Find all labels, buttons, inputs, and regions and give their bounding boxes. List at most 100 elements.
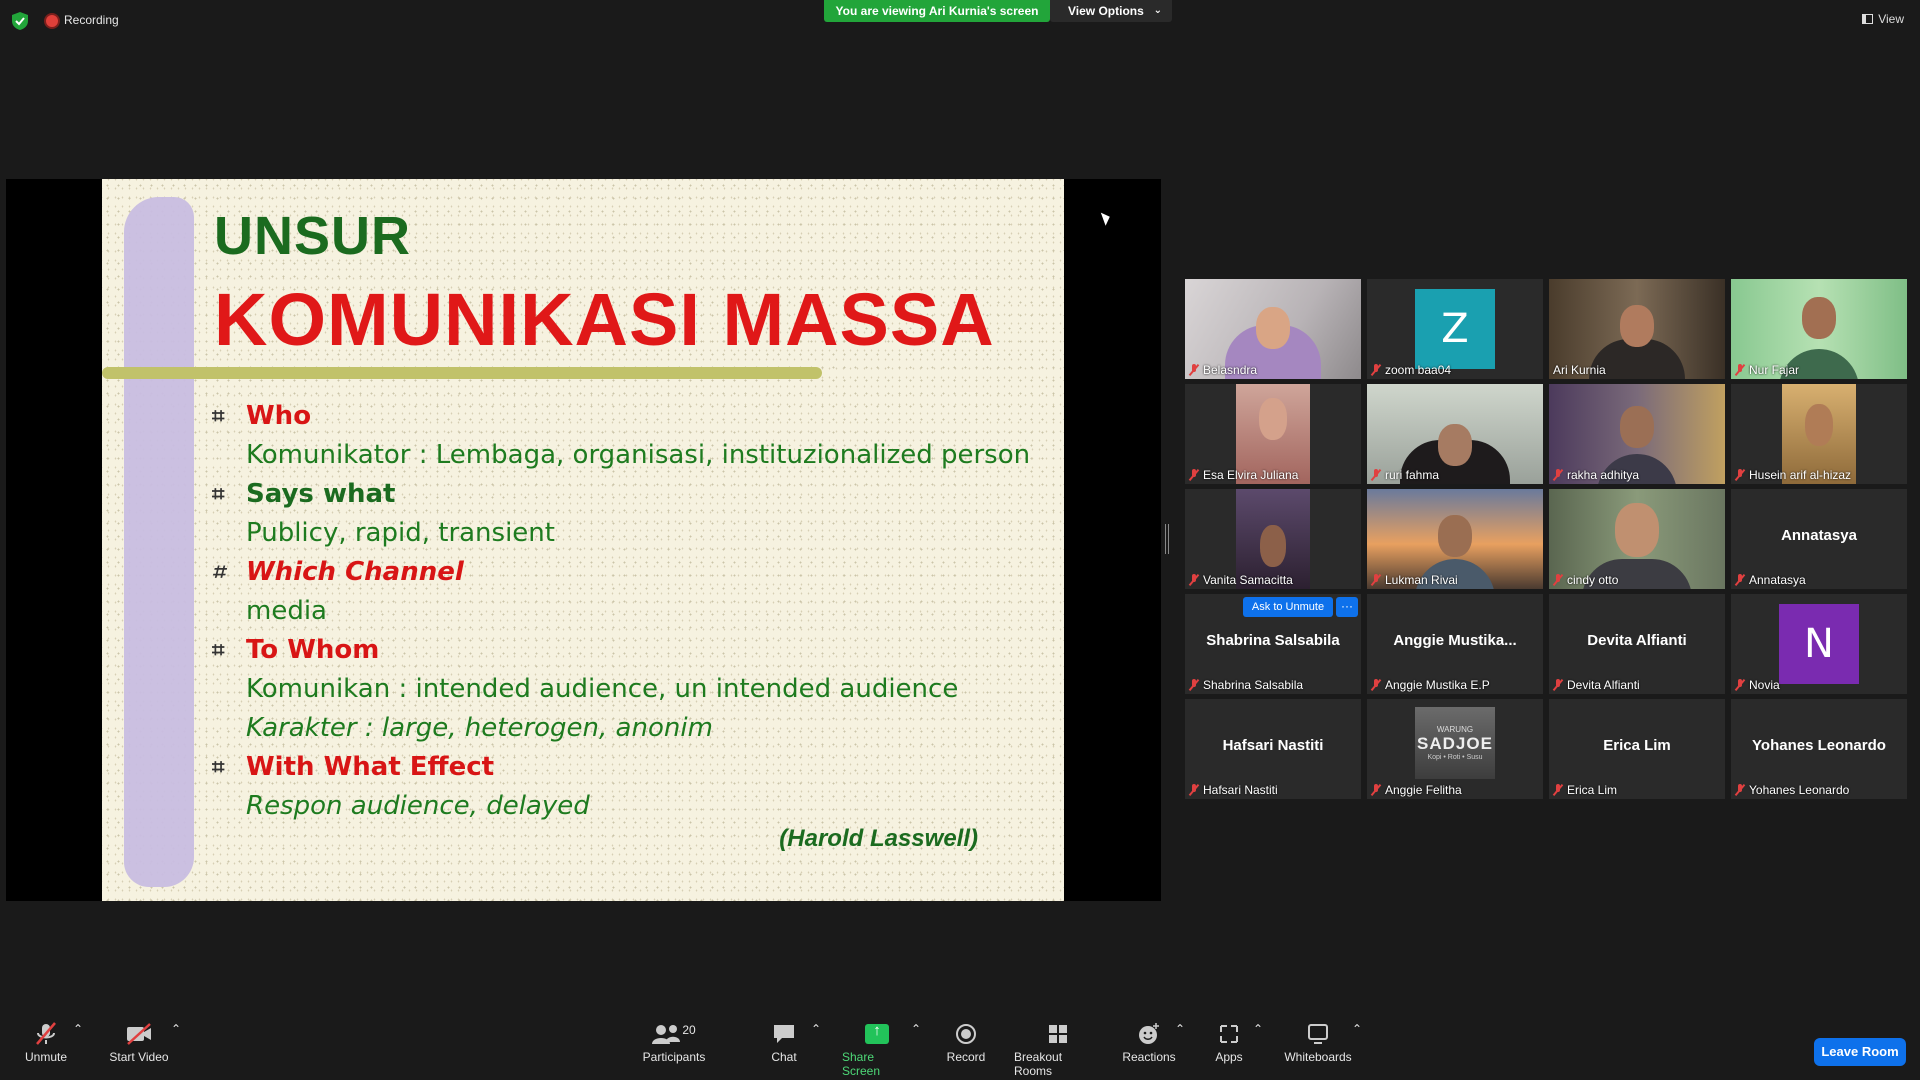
share-screen-button[interactable]: Share Screen: [842, 1022, 912, 1078]
muted-mic-icon: [1189, 679, 1199, 691]
participant-face: [1802, 297, 1836, 339]
video-tile[interactable]: Belasndra: [1185, 279, 1361, 379]
participant-face: [1438, 515, 1472, 557]
bullet-text: With What Effect: [246, 752, 495, 782]
video-tile[interactable]: ruri fahma: [1367, 384, 1543, 484]
more-options-button[interactable]: ···: [1336, 597, 1358, 617]
whiteboards-label: Whiteboards: [1284, 1050, 1352, 1064]
video-tile[interactable]: rakha adhitya: [1549, 384, 1725, 484]
view-button[interactable]: View: [1862, 12, 1904, 26]
panel-splitter-handle[interactable]: [1165, 524, 1169, 554]
bullet-heading: ⌗ To Whom: [212, 631, 1042, 670]
tile-name: rakha adhitya: [1553, 468, 1639, 482]
ask-to-unmute-button[interactable]: Ask to Unmute: [1243, 597, 1333, 617]
video-options-caret-icon[interactable]: ⌃: [171, 1022, 181, 1036]
tile-name: Yohanes Leonardo: [1735, 783, 1849, 797]
participant-face: [1259, 398, 1287, 440]
muted-mic-icon: [1735, 364, 1745, 376]
video-tile[interactable]: Nur Fajar: [1731, 279, 1907, 379]
bullet-text: Respon audience, delayed: [246, 791, 590, 821]
video-tile[interactable]: Lukman Rivai: [1367, 489, 1543, 589]
muted-mic-icon: [1735, 574, 1745, 586]
participant-face: [1615, 503, 1659, 557]
video-tile[interactable]: Husein arif al-hizaz: [1731, 384, 1907, 484]
view-options-button[interactable]: View Options ⌄: [1050, 0, 1172, 22]
start-video-label: Start Video: [109, 1050, 169, 1064]
chevron-down-icon: ⌄: [1153, 5, 1162, 16]
video-tile[interactable]: Hafsari Nastiti Hafsari Nastiti: [1185, 699, 1361, 799]
video-tile[interactable]: Anggie Mustika... Anggie Mustika E.P: [1367, 594, 1543, 694]
tile-name: Lukman Rivai: [1371, 573, 1458, 587]
apps-button[interactable]: Apps: [1212, 1022, 1246, 1064]
muted-mic-icon: [1371, 679, 1381, 691]
tile-name: Shabrina Salsabila: [1189, 678, 1303, 692]
video-tile[interactable]: WARUNG SADJOE Kopi • Roti • Susu Anggie …: [1367, 699, 1543, 799]
tile-name: ruri fahma: [1371, 468, 1439, 482]
muted-mic-icon: [1189, 574, 1199, 586]
bullet-heading: ⌗ Which Channel: [212, 553, 1042, 592]
start-video-button[interactable]: Start Video: [108, 1022, 170, 1064]
bullet-heading: ⌗ With What Effect: [212, 748, 1042, 787]
recording-label[interactable]: Recording: [64, 13, 119, 27]
view-label: View: [1878, 12, 1904, 26]
participants-count-badge: 20: [682, 1023, 696, 1037]
whiteboards-button[interactable]: Whiteboards: [1282, 1022, 1354, 1064]
hash-icon: ⌗: [212, 560, 225, 585]
video-tile[interactable]: Annatasya Annatasya: [1731, 489, 1907, 589]
participant-display-name: Erica Lim: [1603, 737, 1671, 754]
unmute-button[interactable]: Unmute: [22, 1022, 70, 1064]
bullet-text: Who: [246, 401, 312, 431]
bullet-heading: ⌗ Who: [212, 397, 1042, 436]
tile-name: Esa Elvira Juliana: [1189, 468, 1298, 482]
tile-name: Novia: [1735, 678, 1780, 692]
record-button[interactable]: Record: [946, 1022, 986, 1064]
shared-screen[interactable]: UNSUR KOMUNIKASI MASSA ⌗ Who Komunikator …: [6, 179, 1161, 901]
unmute-label: Unmute: [24, 1050, 68, 1064]
viewing-screen-banner: You are viewing Ari Kurnia's screen: [824, 0, 1050, 22]
shield-icon[interactable]: [12, 12, 28, 30]
tile-name: Anggie Felitha: [1371, 783, 1462, 797]
muted-microphone-icon: [33, 1022, 59, 1046]
video-tile[interactable]: Devita Alfianti Devita Alfianti: [1549, 594, 1725, 694]
muted-mic-icon: [1371, 784, 1381, 796]
share-options-caret-icon[interactable]: ⌃: [911, 1022, 921, 1036]
apps-options-caret-icon[interactable]: ⌃: [1253, 1022, 1263, 1036]
chat-label: Chat: [771, 1050, 797, 1064]
video-tile[interactable]: N Novia: [1731, 594, 1907, 694]
muted-mic-icon: [1735, 469, 1745, 481]
participants-button[interactable]: 20 Participants: [640, 1022, 708, 1064]
bullet-text: Komunikator : Lembaga, organisasi, insti…: [246, 440, 1031, 470]
slide-title-line2: KOMUNIKASI MASSA: [214, 278, 995, 361]
muted-mic-icon: [1371, 364, 1381, 376]
reactions-button[interactable]: Reactions: [1122, 1022, 1176, 1064]
profile-logo-image: WARUNG SADJOE Kopi • Roti • Susu: [1415, 707, 1495, 779]
audio-options-caret-icon[interactable]: ⌃: [73, 1022, 83, 1036]
participant-face: [1438, 424, 1472, 466]
video-tile-active-speaker[interactable]: Ari Kurnia: [1549, 279, 1725, 379]
chat-options-caret-icon[interactable]: ⌃: [811, 1022, 821, 1036]
reactions-options-caret-icon[interactable]: ⌃: [1175, 1022, 1185, 1036]
tile-name: Husein arif al-hizaz: [1735, 468, 1851, 482]
bullet-detail: Karakter : large, heterogen, anonim: [212, 709, 1042, 748]
video-tile[interactable]: Z zoom baa04: [1367, 279, 1543, 379]
video-tile[interactable]: Vanita Samacitta: [1185, 489, 1361, 589]
breakout-rooms-button[interactable]: Breakout Rooms: [1014, 1022, 1102, 1078]
video-tile[interactable]: Erica Lim Erica Lim: [1549, 699, 1725, 799]
slide-bullet-list: ⌗ Who Komunikator : Lembaga, organisasi, …: [212, 397, 1042, 826]
whiteboards-options-caret-icon[interactable]: ⌃: [1352, 1022, 1362, 1036]
video-tile[interactable]: cindy otto: [1549, 489, 1725, 589]
record-icon: [955, 1022, 977, 1046]
chat-button[interactable]: Chat: [766, 1022, 802, 1064]
leave-room-button[interactable]: Leave Room: [1814, 1038, 1906, 1066]
video-tile[interactable]: Yohanes Leonardo Yohanes Leonardo: [1731, 699, 1907, 799]
apps-icon: [1218, 1022, 1240, 1046]
breakout-rooms-label: Breakout Rooms: [1014, 1050, 1063, 1078]
chat-icon: [772, 1022, 796, 1046]
video-tile[interactable]: Esa Elvira Juliana: [1185, 384, 1361, 484]
bullet-text: Komunikan : intended audience, un intend…: [246, 674, 959, 704]
bullet-detail: media: [212, 592, 1042, 631]
video-tile[interactable]: Ask to Unmute ··· Shabrina Salsabila Sha…: [1185, 594, 1361, 694]
participant-face: [1260, 525, 1286, 567]
hash-icon: ⌗: [212, 755, 225, 780]
reactions-smiley-icon: [1137, 1022, 1161, 1046]
